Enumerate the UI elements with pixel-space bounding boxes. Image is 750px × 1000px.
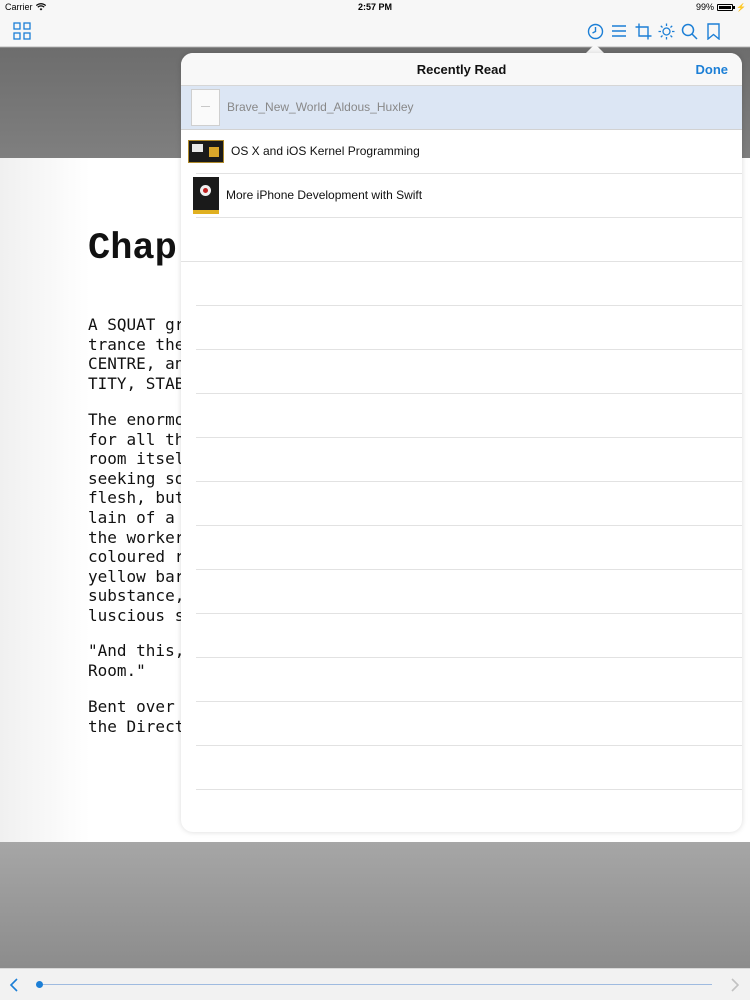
empty-row <box>196 658 742 702</box>
list-item-label: More iPhone Development with Swift <box>226 188 423 202</box>
empty-row <box>196 614 742 658</box>
empty-row <box>196 350 742 394</box>
page-slider-track[interactable] <box>40 984 712 985</box>
clock-icon[interactable] <box>585 21 605 41</box>
empty-row <box>196 482 742 526</box>
battery-icon <box>717 3 736 11</box>
paragraph-3: "And this," Room." <box>88 641 194 680</box>
empty-row <box>196 394 742 438</box>
popover-title: Recently Read <box>416 62 507 77</box>
recently-read-list: Brave_New_World_Aldous_Huxley OS X and i… <box>181 86 742 832</box>
chevron-left-icon[interactable] <box>9 978 19 997</box>
page-slider-thumb[interactable] <box>36 981 43 988</box>
charging-icon: ⚡ <box>736 2 746 12</box>
book-cover-thumbnail <box>193 177 219 214</box>
done-button[interactable]: Done <box>696 62 729 77</box>
status-bar: Carrier 2:57 PM 99% ⚡ <box>0 0 750 14</box>
empty-row <box>196 570 742 614</box>
book-cover-thumbnail <box>188 140 224 163</box>
status-time: 2:57 PM <box>357 2 392 12</box>
empty-row <box>196 746 742 790</box>
empty-row <box>196 790 742 832</box>
list-icon[interactable] <box>609 21 629 41</box>
brightness-icon[interactable] <box>656 21 676 41</box>
battery-percent: 99% <box>696 2 715 12</box>
popover-header: Recently Read Done <box>181 53 742 86</box>
bookmark-icon[interactable] <box>703 21 723 41</box>
recently-read-popover: Recently Read Done Brave_New_World_Aldou… <box>181 53 742 832</box>
empty-row <box>181 218 742 262</box>
empty-row <box>196 702 742 746</box>
empty-row <box>196 526 742 570</box>
page-background-bottom <box>0 842 750 968</box>
empty-row <box>196 306 742 350</box>
bottom-navigation-bar <box>0 968 750 1000</box>
book-cover-thumbnail <box>191 89 220 126</box>
list-item-label: OS X and iOS Kernel Programming <box>231 144 420 158</box>
crop-icon[interactable] <box>633 21 653 41</box>
list-item[interactable]: OS X and iOS Kernel Programming <box>188 130 742 174</box>
chapter-title: Chap <box>88 228 177 270</box>
list-item-label: Brave_New_World_Aldous_Huxley <box>227 100 414 114</box>
list-item[interactable]: Brave_New_World_Aldous_Huxley <box>181 86 742 130</box>
top-toolbar <box>0 14 750 47</box>
list-item[interactable]: More iPhone Development with Swift <box>193 174 742 218</box>
empty-row <box>196 262 742 306</box>
chevron-right-icon[interactable] <box>730 978 740 997</box>
empty-row <box>196 438 742 482</box>
grid-icon[interactable] <box>12 21 32 41</box>
search-icon[interactable] <box>679 21 699 41</box>
status-right: 99% ⚡ <box>696 2 746 12</box>
